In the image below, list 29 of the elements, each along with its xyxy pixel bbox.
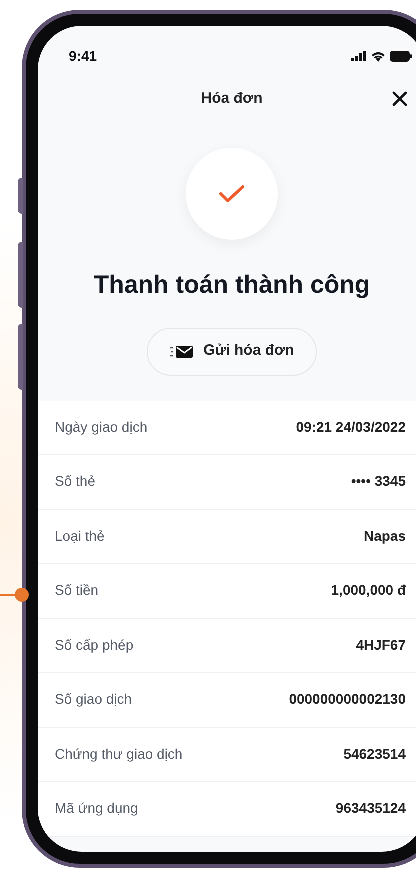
detail-label: Chứng thư giao dịch: [55, 744, 183, 764]
detail-label: Số giao dịch: [55, 690, 132, 710]
check-icon: [219, 184, 245, 204]
mail-icon: [170, 344, 194, 358]
side-button-drawing: [18, 324, 23, 390]
detail-label: Ngày giao dịch: [55, 418, 148, 437]
detail-label: Số tiền: [55, 581, 99, 600]
detail-value: 09:21 24/03/2022: [296, 418, 406, 437]
battery-icon: [390, 50, 412, 62]
result-title: Thanh toán thành công: [92, 270, 372, 301]
leader-line: [0, 587, 30, 603]
detail-value: 963435124: [336, 799, 406, 818]
detail-value: 1,000,000 đ: [331, 581, 406, 600]
detail-value: Napas: [364, 526, 406, 546]
side-button-drawing: [18, 178, 23, 214]
detail-value: 54623514: [344, 744, 406, 764]
send-invoice-button[interactable]: Gửi hóa đơn: [146, 328, 318, 376]
detail-label: Số cấp phép: [55, 636, 134, 655]
detail-label: Mã ứng dụng: [55, 799, 138, 818]
detail-label: Số thẻ: [55, 472, 96, 492]
header-title: Hóa đơn: [201, 88, 263, 109]
status-time: 9:41: [69, 46, 98, 66]
detail-value: 000000000002130: [289, 690, 406, 710]
side-button-drawing: [18, 242, 23, 308]
wifi-icon: [371, 50, 386, 62]
detail-value: •••• 3345: [351, 472, 406, 492]
detail-value: 4HJF67: [356, 636, 406, 655]
signal-icon: [351, 51, 367, 61]
detail-label: Loại thẻ: [55, 526, 105, 546]
